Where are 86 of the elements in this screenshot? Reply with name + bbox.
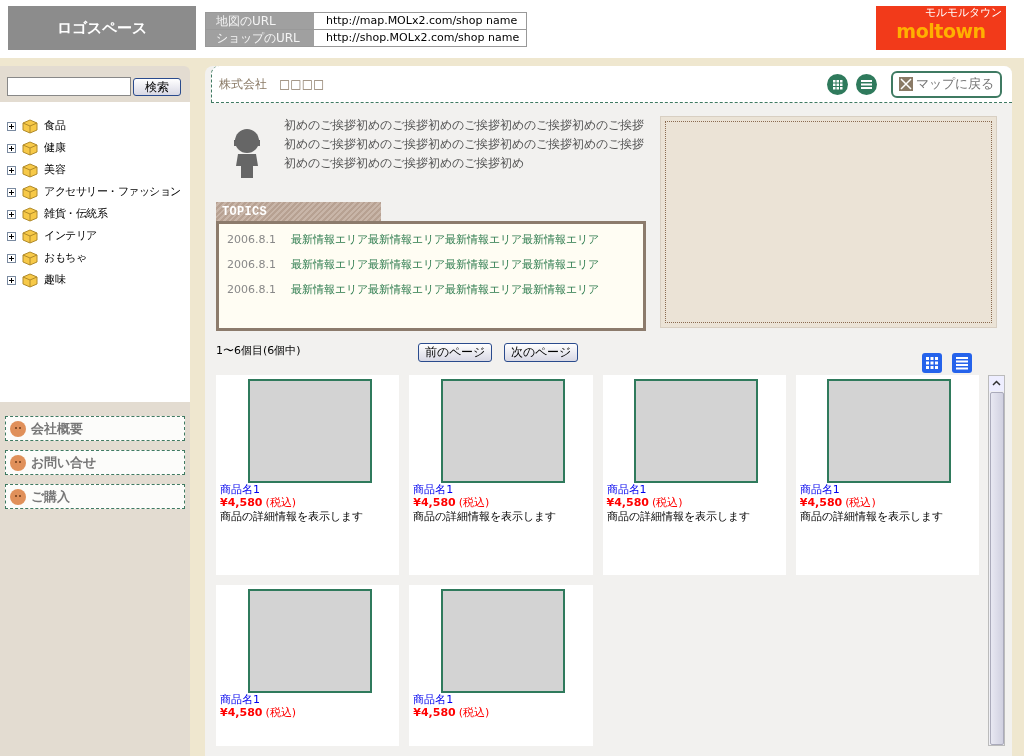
product-price: ¥4,580: [413, 496, 456, 509]
tax-note: (税込): [845, 496, 876, 509]
box-icon: [22, 228, 38, 244]
list-view-icon[interactable]: [952, 353, 972, 373]
topic-link[interactable]: 最新情報エリア最新情報エリア最新情報エリア最新情報エリア: [291, 281, 599, 299]
product-name[interactable]: 商品名1: [220, 483, 400, 496]
result-count: 1〜6個目(6個中): [216, 343, 302, 359]
box-icon: [22, 250, 38, 266]
tax-note: (税込): [651, 496, 683, 509]
tax-note: (税込): [458, 496, 490, 509]
logo-banner: ロゴスペース: [8, 6, 196, 50]
product-name[interactable]: 商品名1: [413, 693, 593, 706]
topic-date: 2006.8.1: [227, 257, 276, 273]
product-price: ¥4,580: [220, 706, 263, 719]
url-label: 地図のURL: [206, 13, 314, 29]
product-name[interactable]: 商品名1: [220, 693, 400, 706]
product-price: ¥4,580: [220, 496, 263, 509]
side-link-button[interactable]: ご購入: [5, 484, 185, 509]
tax-note: (税込): [265, 706, 297, 719]
product-card[interactable]: 商品名1 ¥4,580 (税込) 商品の詳細情報を表示します: [409, 375, 593, 575]
expand-icon[interactable]: [7, 253, 16, 263]
tax-note: (税込): [265, 496, 297, 509]
product-card[interactable]: 商品名1 ¥4,580 (税込) 商品の詳細情報を表示します: [602, 375, 786, 575]
face-icon: [9, 419, 27, 438]
brand-name: moltown: [896, 20, 986, 43]
expand-icon[interactable]: [7, 187, 16, 197]
expand-icon[interactable]: [7, 275, 16, 285]
url-value: http://shop.MOLx2.com/shop name: [325, 30, 521, 46]
shop-name: 株式会社 □□□□: [219, 76, 325, 93]
side-link-button[interactable]: 会社概要: [5, 416, 185, 441]
product-description: 商品の詳細情報を表示します: [220, 510, 364, 524]
box-icon: [22, 118, 38, 134]
expand-icon[interactable]: [7, 231, 16, 241]
box-icon: [22, 206, 38, 222]
next-page-button[interactable]: 次のページ: [504, 343, 578, 362]
category-item[interactable]: 健康: [44, 139, 65, 157]
category-item[interactable]: インテリア: [44, 227, 97, 245]
scroll-up-icon[interactable]: [989, 376, 1004, 391]
box-icon: [22, 272, 38, 288]
face-icon: [9, 487, 27, 506]
scroll-thumb[interactable]: [989, 392, 1004, 745]
product-description: 商品の詳細情報を表示します: [413, 510, 558, 524]
category-item[interactable]: 雑貨・伝統系: [44, 205, 107, 223]
topic-link[interactable]: 最新情報エリア最新情報エリア最新情報エリア最新情報エリア: [291, 256, 599, 274]
category-item[interactable]: おもちゃ: [44, 249, 86, 267]
url-label: ショップのURL: [206, 30, 314, 46]
product-price: ¥4,580: [799, 496, 843, 509]
expand-icon[interactable]: [7, 143, 16, 153]
product-description: 商品の詳細情報を表示します: [606, 510, 751, 524]
expand-icon[interactable]: [7, 209, 16, 219]
category-item[interactable]: アクセサリー・ファッション: [44, 183, 181, 201]
tax-note: (税込): [458, 706, 490, 719]
product-description: 商品の詳細情報を表示します: [799, 510, 944, 524]
topic-link[interactable]: 最新情報エリア最新情報エリア最新情報エリア最新情報エリア: [291, 231, 599, 249]
search-button[interactable]: 検索: [133, 77, 181, 96]
product-card[interactable]: 商品名1 ¥4,580 (税込): [216, 585, 400, 746]
search-field[interactable]: [7, 77, 131, 96]
back-to-map-button[interactable]: マップに戻る: [891, 70, 1002, 98]
face-icon: [9, 453, 27, 472]
box-icon: [22, 140, 38, 156]
product-card[interactable]: 商品名1 ¥4,580 (税込) 商品の詳細情報を表示します: [216, 375, 400, 575]
box-icon: [22, 162, 38, 178]
box-icon: [22, 184, 38, 200]
brand-tagline: モルモルタウン: [925, 6, 1002, 20]
product-name[interactable]: 商品名1: [799, 483, 979, 496]
url-value: http://map.MOLx2.com/shop name: [325, 13, 519, 29]
category-item[interactable]: 美容: [44, 161, 65, 179]
topic-date: 2006.8.1: [227, 232, 276, 248]
greeting-text: 初めのご挨拶初めのご挨拶初めのご挨拶初めのご挨拶初めのご挨拶初めのご挨拶初めのご挨拶初めのご挨拶初めのご挨拶初めのご挨拶初めのご挨拶初めのご挨拶初めのご挨拶初め: [284, 117, 645, 172]
list-view-icon[interactable]: [856, 73, 877, 95]
category-item[interactable]: 趣味: [44, 271, 65, 289]
product-card[interactable]: 商品名1 ¥4,580 (税込) 商品の詳細情報を表示します: [795, 375, 979, 575]
product-name[interactable]: 商品名1: [606, 483, 786, 496]
expand-icon[interactable]: [7, 165, 16, 175]
previous-page-button[interactable]: 前のページ: [418, 343, 492, 362]
grid-view-icon[interactable]: [922, 353, 942, 373]
scrollbar[interactable]: [988, 375, 1005, 746]
topic-date: 2006.8.1: [227, 282, 276, 298]
product-card[interactable]: 商品名1 ¥4,580 (税込): [409, 585, 593, 746]
product-price: ¥4,580: [606, 496, 649, 509]
product-price: ¥4,580: [413, 706, 456, 719]
category-item[interactable]: 食品: [44, 117, 65, 135]
grid-view-icon[interactable]: [827, 73, 848, 95]
product-name[interactable]: 商品名1: [413, 483, 593, 496]
expand-icon[interactable]: [7, 121, 16, 131]
side-link-button[interactable]: お問い合せ: [5, 450, 185, 475]
